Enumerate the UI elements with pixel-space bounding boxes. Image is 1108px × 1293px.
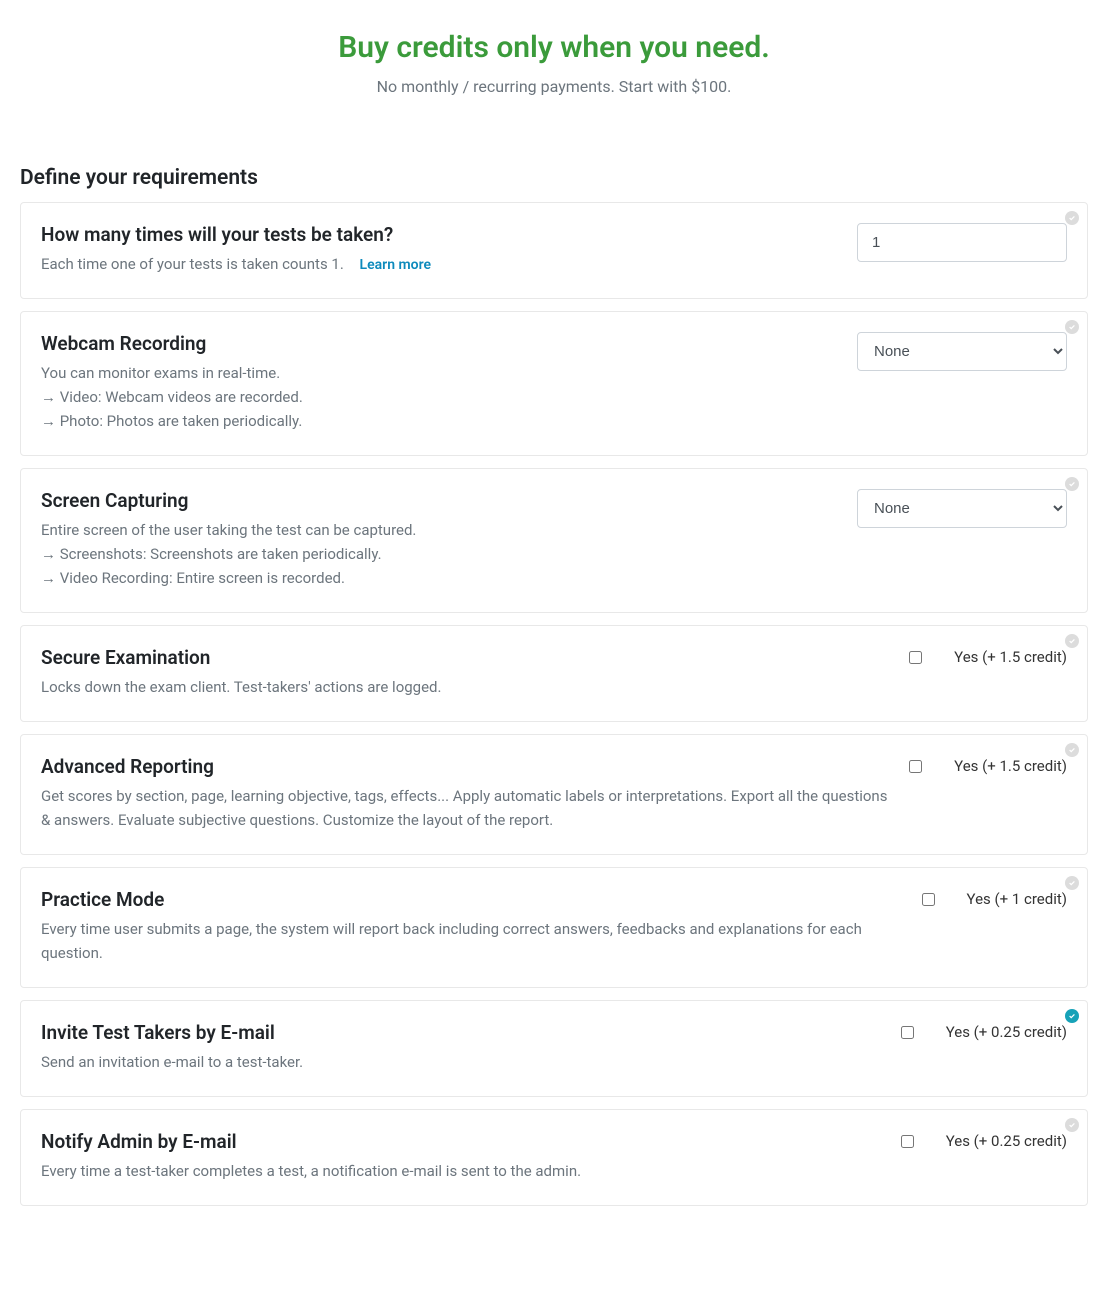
secure-examination-checkbox[interactable] bbox=[909, 651, 922, 664]
card-description: Send an invitation e-mail to a test-take… bbox=[41, 1050, 881, 1074]
card-screen-capturing: Screen Capturing Entire screen of the us… bbox=[20, 468, 1088, 613]
status-badge-icon bbox=[1065, 634, 1079, 648]
card-description: Locks down the exam client. Test-takers'… bbox=[41, 675, 889, 699]
status-badge-icon bbox=[1065, 477, 1079, 491]
card-title: Advanced Reporting bbox=[41, 755, 889, 778]
card-notify-admin: Notify Admin by E-mail Every time a test… bbox=[20, 1109, 1088, 1206]
status-badge-icon bbox=[1065, 876, 1079, 890]
times-taken-input[interactable] bbox=[857, 223, 1067, 262]
card-invite-test-takers: Invite Test Takers by E-mail Send an inv… bbox=[20, 1000, 1088, 1097]
advanced-reporting-checkbox[interactable] bbox=[909, 760, 922, 773]
card-title: Notify Admin by E-mail bbox=[41, 1130, 881, 1153]
card-description: Get scores by section, page, learning ob… bbox=[41, 784, 889, 832]
card-advanced-reporting: Advanced Reporting Get scores by section… bbox=[20, 734, 1088, 855]
learn-more-link[interactable]: Learn more bbox=[360, 257, 431, 273]
card-description: Entire screen of the user taking the tes… bbox=[41, 518, 837, 590]
page-subtitle: No monthly / recurring payments. Start w… bbox=[20, 77, 1088, 96]
card-title: Screen Capturing bbox=[41, 489, 837, 512]
checkbox-label: Yes (+ 1.5 credit) bbox=[954, 757, 1067, 775]
card-description: Every time a test-taker completes a test… bbox=[41, 1159, 881, 1183]
practice-mode-checkbox[interactable] bbox=[922, 893, 935, 906]
page-header: Buy credits only when you need. No month… bbox=[20, 30, 1088, 96]
status-badge-icon bbox=[1065, 211, 1079, 225]
invite-test-takers-checkbox[interactable] bbox=[901, 1026, 914, 1039]
screen-capturing-select[interactable]: None bbox=[857, 489, 1067, 528]
card-title: How many times will your tests be taken? bbox=[41, 223, 837, 246]
card-webcam-recording: Webcam Recording You can monitor exams i… bbox=[20, 311, 1088, 456]
status-badge-icon bbox=[1065, 1009, 1079, 1023]
status-badge-icon bbox=[1065, 743, 1079, 757]
notify-admin-checkbox[interactable] bbox=[901, 1135, 914, 1148]
card-secure-examination: Secure Examination Locks down the exam c… bbox=[20, 625, 1088, 722]
status-badge-icon bbox=[1065, 1118, 1079, 1132]
page-title: Buy credits only when you need. bbox=[20, 30, 1088, 65]
status-badge-icon bbox=[1065, 320, 1079, 334]
checkbox-label: Yes (+ 0.25 credit) bbox=[946, 1023, 1067, 1041]
card-description: You can monitor exams in real-time. → Vi… bbox=[41, 361, 837, 433]
card-title: Invite Test Takers by E-mail bbox=[41, 1021, 881, 1044]
card-description: Each time one of your tests is taken cou… bbox=[41, 252, 837, 276]
checkbox-label: Yes (+ 0.25 credit) bbox=[946, 1132, 1067, 1150]
card-title: Webcam Recording bbox=[41, 332, 837, 355]
webcam-recording-select[interactable]: None bbox=[857, 332, 1067, 371]
card-title: Secure Examination bbox=[41, 646, 889, 669]
section-title: Define your requirements bbox=[20, 166, 1088, 190]
checkbox-label: Yes (+ 1.5 credit) bbox=[954, 648, 1067, 666]
card-description: Every time user submits a page, the syst… bbox=[41, 917, 902, 965]
checkbox-label: Yes (+ 1 credit) bbox=[967, 890, 1067, 908]
card-title: Practice Mode bbox=[41, 888, 902, 911]
card-practice-mode: Practice Mode Every time user submits a … bbox=[20, 867, 1088, 988]
card-times-taken: How many times will your tests be taken?… bbox=[20, 202, 1088, 299]
